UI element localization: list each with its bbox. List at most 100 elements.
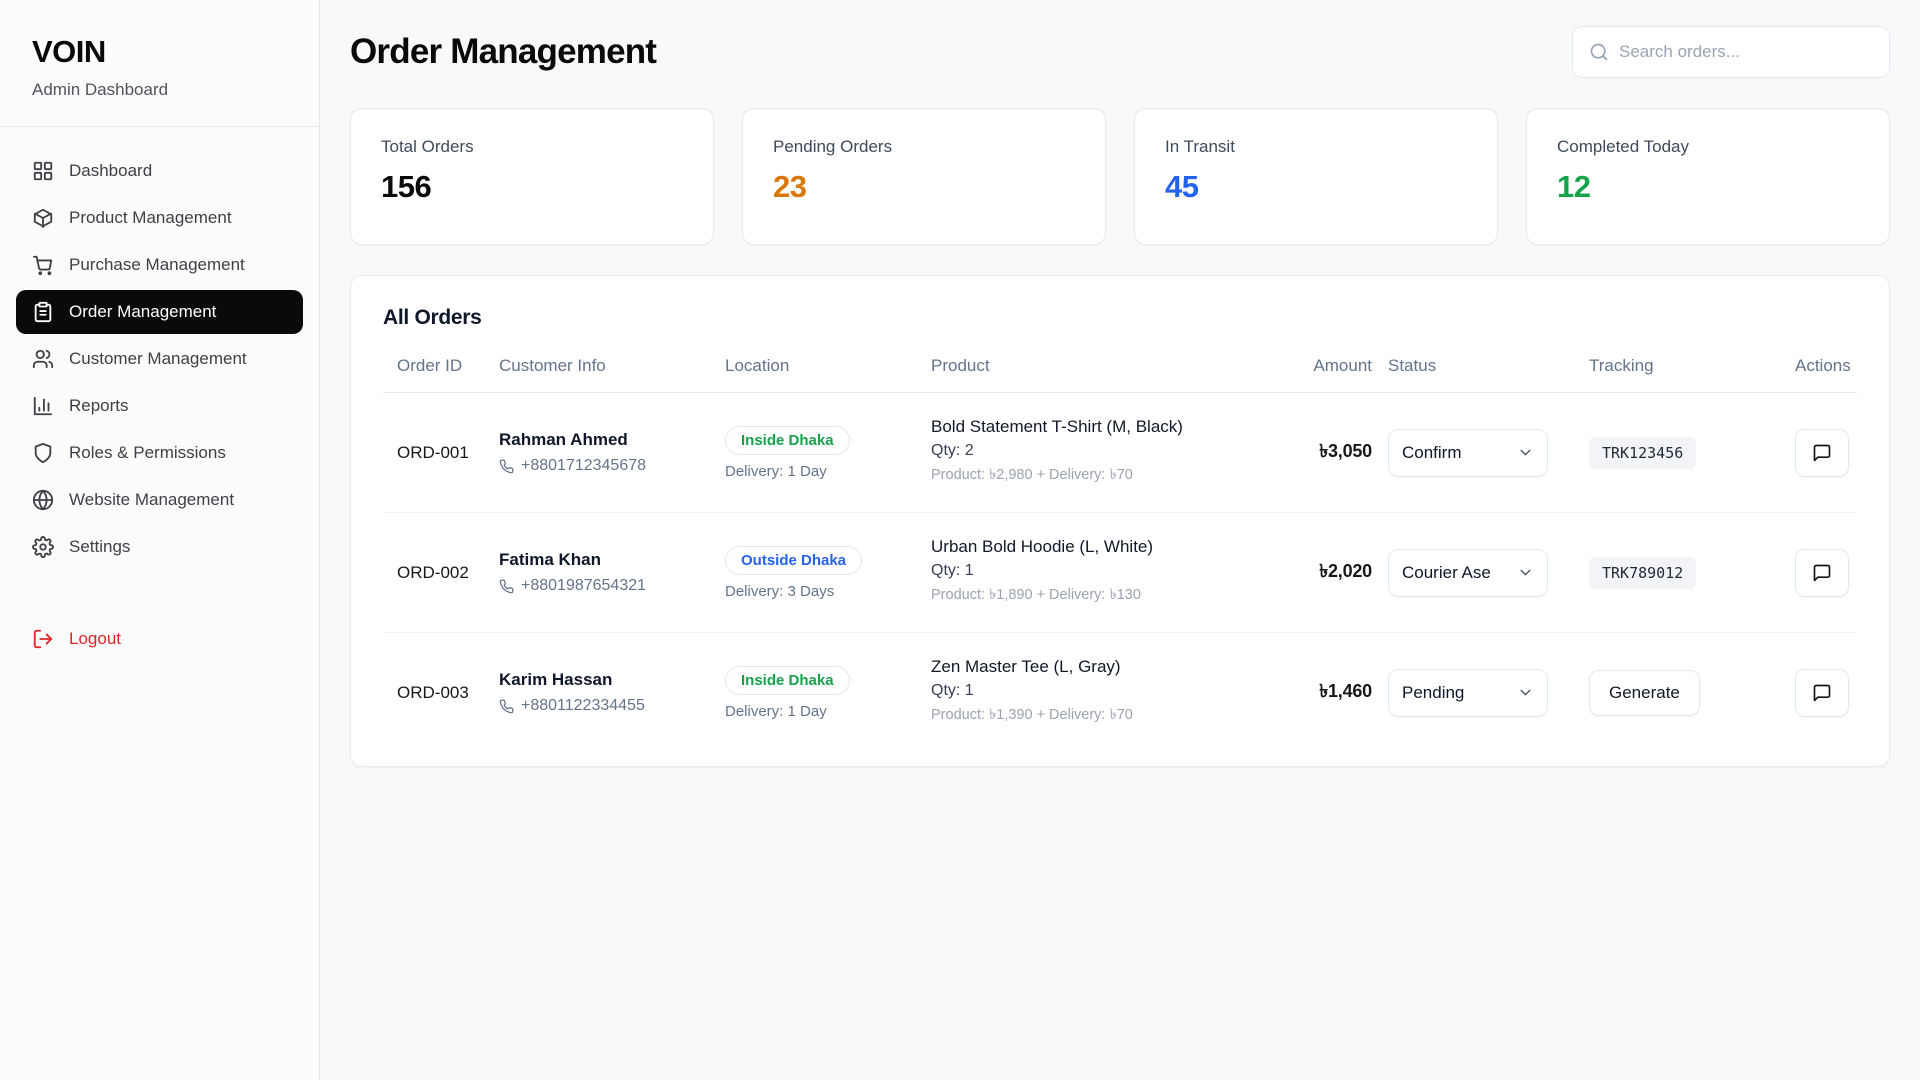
stat-label: Pending Orders	[773, 137, 1075, 157]
table-body: ORD-001 Rahman Ahmed +8801712345678 Insi…	[383, 393, 1857, 752]
status-select[interactable]: Pending	[1388, 669, 1548, 717]
location-info: Outside Dhaka Delivery: 3 Days	[725, 546, 915, 600]
customer-name: Karim Hassan	[499, 670, 709, 690]
price-breakdown: Product: ৳1,390 + Delivery: ৳70	[931, 704, 1251, 728]
customer-phone: +8801122334455	[521, 697, 645, 715]
sidebar-item-label: Product Management	[69, 208, 232, 228]
sidebar-item-customer-management[interactable]: Customer Management	[16, 337, 303, 381]
sidebar-item-website-management[interactable]: Website Management	[16, 478, 303, 522]
sidebar-item-settings[interactable]: Settings	[16, 525, 303, 569]
chevron-down-icon	[1517, 684, 1534, 701]
stat-value: 12	[1557, 169, 1859, 205]
chevron-down-icon	[1517, 444, 1534, 461]
message-button[interactable]	[1795, 549, 1849, 597]
product-name: Zen Master Tee (L, Gray)	[931, 657, 1251, 677]
stat-label: Completed Today	[1557, 137, 1859, 157]
product-info: Zen Master Tee (L, Gray) Qty: 1 Product:…	[931, 657, 1251, 728]
stat-value: 45	[1165, 169, 1467, 205]
sidebar: VOIN Admin Dashboard Dashboard Product M…	[0, 0, 320, 1080]
generate-tracking-button[interactable]: Generate	[1589, 670, 1700, 716]
brand-logo: VOIN	[32, 34, 303, 70]
stat-value: 23	[773, 169, 1075, 205]
status-value: Pending	[1402, 683, 1464, 703]
sidebar-item-roles-permissions[interactable]: Roles & Permissions	[16, 431, 303, 475]
stat-label: Total Orders	[381, 137, 683, 157]
product-qty: Qty: 2	[931, 442, 1251, 460]
sidebar-item-reports[interactable]: Reports	[16, 384, 303, 428]
brand: VOIN Admin Dashboard	[0, 30, 319, 127]
orders-table: Order ID Customer Info Location Product …	[383, 356, 1857, 752]
order-amount: ৳1,460	[1319, 681, 1372, 701]
clipboard-icon	[32, 301, 54, 323]
stats-row: Total Orders 156 Pending Orders 23 In Tr…	[350, 108, 1890, 245]
gear-icon	[32, 536, 54, 558]
status-select[interactable]: Confirm	[1388, 429, 1548, 477]
product-info: Bold Statement T-Shirt (M, Black) Qty: 2…	[931, 417, 1251, 488]
table-row: ORD-002 Fatima Khan +8801987654321 Outsi…	[383, 513, 1857, 633]
delivery-time: Delivery: 1 Day	[725, 463, 915, 480]
orders-panel: All Orders Order ID Customer Info Locati…	[350, 275, 1890, 767]
search-box[interactable]	[1572, 26, 1890, 78]
location-info: Inside Dhaka Delivery: 1 Day	[725, 666, 915, 720]
column-header-product: Product	[931, 356, 1251, 376]
sidebar-item-label: Website Management	[69, 490, 234, 510]
column-header-amount: Amount	[1267, 356, 1372, 376]
grid-icon	[32, 160, 54, 182]
message-button[interactable]	[1795, 429, 1849, 477]
column-header-customer-info: Customer Info	[499, 356, 709, 376]
customer-phone: +8801712345678	[521, 457, 646, 475]
location-zone-badge: Outside Dhaka	[725, 546, 862, 575]
sidebar-item-label: Order Management	[69, 302, 216, 322]
product-qty: Qty: 1	[931, 682, 1251, 700]
customer-phone: +8801987654321	[521, 577, 646, 595]
table-header-row: Order ID Customer Info Location Product …	[383, 356, 1857, 393]
message-square-icon	[1812, 443, 1832, 463]
page-title: Order Management	[350, 32, 656, 72]
phone-icon	[499, 459, 514, 474]
table-row: ORD-001 Rahman Ahmed +8801712345678 Insi…	[383, 393, 1857, 513]
price-breakdown: Product: ৳2,980 + Delivery: ৳70	[931, 464, 1251, 488]
logout-label: Logout	[69, 629, 121, 649]
order-amount: ৳3,050	[1319, 441, 1372, 461]
topbar: Order Management	[350, 26, 1890, 78]
sidebar-item-product-management[interactable]: Product Management	[16, 196, 303, 240]
customer-info: Karim Hassan +8801122334455	[499, 670, 709, 715]
cart-icon	[32, 254, 54, 276]
product-qty: Qty: 1	[931, 562, 1251, 580]
customer-name: Fatima Khan	[499, 550, 709, 570]
product-name: Bold Statement T-Shirt (M, Black)	[931, 417, 1251, 437]
tracking-code: TRK123456	[1589, 437, 1696, 469]
status-select[interactable]: Courier Ase	[1388, 549, 1548, 597]
sidebar-item-label: Purchase Management	[69, 255, 245, 275]
status-value: Confirm	[1402, 443, 1462, 463]
search-input[interactable]	[1619, 42, 1873, 62]
sidebar-item-order-management[interactable]: Order Management	[16, 290, 303, 334]
location-info: Inside Dhaka Delivery: 1 Day	[725, 426, 915, 480]
stat-label: In Transit	[1165, 137, 1467, 157]
delivery-time: Delivery: 1 Day	[725, 703, 915, 720]
brand-subtitle: Admin Dashboard	[32, 80, 303, 100]
logout-button[interactable]: Logout	[16, 617, 303, 661]
status-value: Courier Ase	[1402, 563, 1491, 583]
phone-icon	[499, 579, 514, 594]
shield-icon	[32, 442, 54, 464]
sidebar-item-dashboard[interactable]: Dashboard	[16, 149, 303, 193]
message-button[interactable]	[1795, 669, 1849, 717]
orders-panel-title: All Orders	[383, 306, 1857, 330]
users-icon	[32, 348, 54, 370]
price-breakdown: Product: ৳1,890 + Delivery: ৳130	[931, 584, 1251, 608]
sidebar-item-label: Customer Management	[69, 349, 247, 369]
message-square-icon	[1812, 683, 1832, 703]
package-icon	[32, 207, 54, 229]
sidebar-item-label: Settings	[69, 537, 130, 557]
message-square-icon	[1812, 563, 1832, 583]
column-header-status: Status	[1388, 356, 1573, 376]
stat-card-total-orders: Total Orders 156	[350, 108, 714, 245]
product-name: Urban Bold Hoodie (L, White)	[931, 537, 1251, 557]
sidebar-item-purchase-management[interactable]: Purchase Management	[16, 243, 303, 287]
column-header-location: Location	[725, 356, 915, 376]
globe-icon	[32, 489, 54, 511]
sidebar-nav: Dashboard Product Management Purchase Ma…	[16, 149, 303, 664]
stat-card-pending-orders: Pending Orders 23	[742, 108, 1106, 245]
search-icon	[1589, 42, 1609, 62]
